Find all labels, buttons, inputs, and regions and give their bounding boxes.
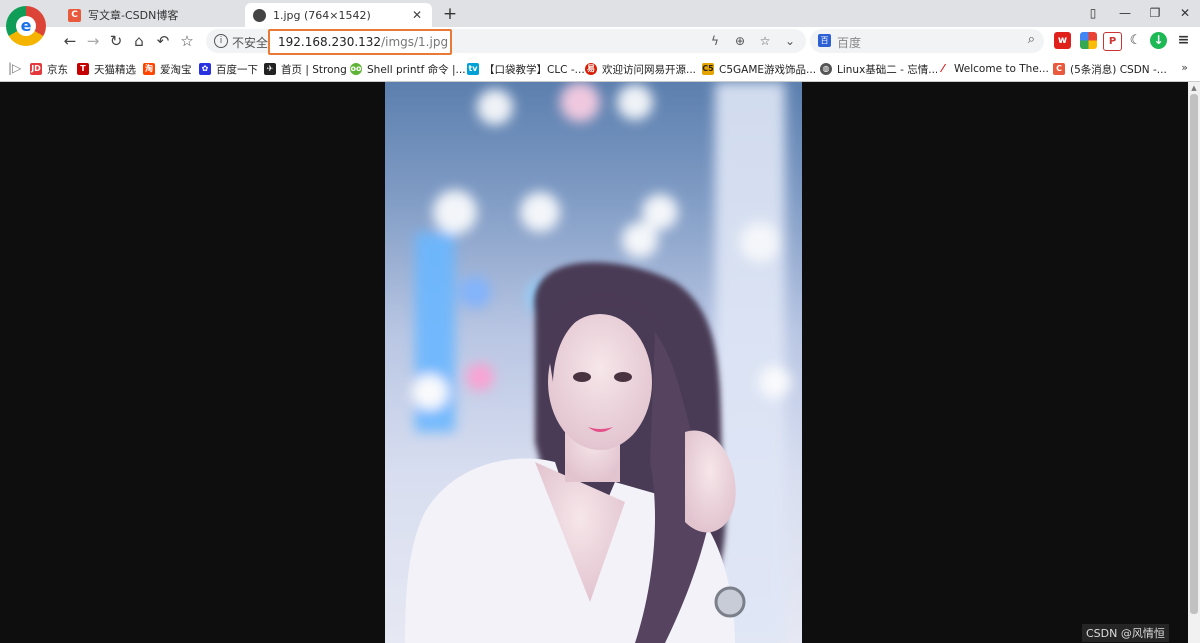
search-box[interactable]: 百 百度 ⌕ <box>810 29 1044 53</box>
tab-close-icon[interactable]: ✕ <box>410 8 424 22</box>
tab-title: 1.jpg (764×1542) <box>273 8 371 22</box>
feather-icon: ⁄ <box>937 63 949 75</box>
compact-mode-button[interactable]: ▯ <box>1078 3 1108 23</box>
lightning-icon[interactable]: ϟ <box>706 32 724 50</box>
bookmarks-toggle-icon[interactable]: |▷ <box>8 61 21 75</box>
baidu-icon: ✿ <box>199 63 211 75</box>
tmall-icon: T <box>77 63 89 75</box>
globe-icon: ◍ <box>820 63 832 75</box>
weibo-extension-icon[interactable]: w <box>1054 32 1071 49</box>
globe-icon <box>253 8 266 22</box>
csdn-icon: C <box>68 8 81 22</box>
bookmarks-overflow-button[interactable]: » <box>1181 61 1188 74</box>
minimize-button[interactable]: — <box>1110 3 1140 23</box>
page-scrollbar[interactable]: ▲ <box>1188 82 1200 643</box>
tab-csdn[interactable]: C 写文章-CSDN博客 <box>60 3 240 27</box>
runoob-icon: oo <box>350 63 362 75</box>
bookmark-label: C5GAME游戏饰品... <box>719 63 817 76</box>
scroll-thumb[interactable] <box>1190 94 1198 614</box>
bookmark-aitaobao[interactable]: 淘爱淘宝 <box>143 61 192 77</box>
maximize-button[interactable]: ❐ <box>1140 3 1170 23</box>
address-bar[interactable]: i 不安全 192.168.230.132/imgs/1.jpg ϟ ⊕ ☆ ⌄ <box>206 29 806 55</box>
watermark: CSDN @风情恒 <box>1082 624 1169 642</box>
url-path: /imgs/1.jpg <box>381 35 449 49</box>
apps-extension-icon[interactable] <box>1080 32 1097 49</box>
bookmark-linux[interactable]: ◍ Linux基础二 - 忘情... <box>820 61 938 77</box>
bookmark-netease[interactable]: 易欢迎访问网易开源... <box>585 61 696 77</box>
tab-image[interactable]: 1.jpg (764×1542) ✕ <box>245 3 432 27</box>
bookmark-clc[interactable]: tv 【口袋教学】CLC -... <box>467 61 585 77</box>
image-viewport <box>0 82 1188 643</box>
bookmark-tmall[interactable]: T 天猫精选 <box>77 61 136 77</box>
bird-icon: ✈ <box>264 63 276 75</box>
security-label[interactable]: 不安全 <box>232 34 268 51</box>
csdn-icon: C <box>1053 63 1065 75</box>
bookmark-label: 天猫精选 <box>94 63 136 76</box>
undo-close-button[interactable]: ↶ <box>153 31 173 51</box>
url-text[interactable]: 192.168.230.132/imgs/1.jpg <box>278 35 448 49</box>
bookmark-star-button[interactable]: ☆ <box>177 31 197 51</box>
tab-strip: C 写文章-CSDN博客 1.jpg (764×1542) ✕ + ▯ — ❐ … <box>0 0 1200 27</box>
moon-icon[interactable]: ☾ <box>1127 32 1144 49</box>
bookmark-label: Welcome to The... <box>954 63 1049 75</box>
bookmark-csdn[interactable]: C (5条消息) CSDN -... <box>1053 61 1167 77</box>
back-button[interactable]: ← <box>60 31 80 51</box>
bookmark-label: 京东 <box>47 63 68 76</box>
favorite-star-icon[interactable]: ☆ <box>756 32 774 50</box>
new-tab-button[interactable]: + <box>440 3 460 25</box>
toolbar: ← → ↻ ⌂ ↶ ☆ i 不安全 192.168.230.132/imgs/1… <box>0 27 1200 56</box>
zoom-icon[interactable]: ⊕ <box>731 32 749 50</box>
netease-icon: 易 <box>585 63 597 75</box>
url-highlight-box[interactable]: 192.168.230.132/imgs/1.jpg <box>268 29 452 55</box>
download-icon[interactable]: ↓ <box>1150 32 1167 49</box>
search-input[interactable]: 百度 <box>837 34 861 51</box>
photo-image[interactable] <box>385 82 802 643</box>
bookmark-baidu[interactable]: ✿ 百度一下 <box>199 61 258 77</box>
chevron-down-icon[interactable]: ⌄ <box>781 32 799 50</box>
tab-title: 写文章-CSDN博客 <box>88 9 179 22</box>
bookmark-label: (5条消息) CSDN -... <box>1070 63 1167 76</box>
bookmark-label: 百度一下 <box>216 63 258 76</box>
bookmark-label: 【口袋教学】CLC -... <box>484 63 585 76</box>
jd-icon: JD <box>30 63 42 75</box>
bookmark-apache[interactable]: ⁄ Welcome to The... <box>937 61 1049 77</box>
url-host: 192.168.230.132 <box>278 35 382 49</box>
browser-logo-icon[interactable]: e <box>6 6 46 46</box>
bookmark-c5game[interactable]: C5 C5GAME游戏饰品... <box>702 61 816 77</box>
home-button[interactable]: ⌂ <box>129 31 149 51</box>
menu-icon[interactable]: ≡ <box>1175 32 1192 49</box>
bookmark-label: Shell printf 命令 |... <box>367 63 466 76</box>
bookmark-shell-printf[interactable]: oo Shell printf 命令 |... <box>350 61 466 77</box>
bookmark-label: 爱淘宝 <box>160 63 192 76</box>
bookmark-label: 欢迎访问网易开源... <box>602 63 697 76</box>
c5game-icon: C5 <box>702 63 714 75</box>
photo-illustration <box>405 82 791 643</box>
scroll-up-arrow-icon[interactable]: ▲ <box>1188 82 1200 94</box>
search-icon[interactable]: ⌕ <box>1028 32 1035 47</box>
bookmarks-bar: |▷ JD 京东 T 天猫精选 淘爱淘宝 ✿ 百度一下 ✈ 首页 | Strong oo… <box>0 56 1200 82</box>
bilibili-icon: tv <box>467 63 479 75</box>
bookmark-jd[interactable]: JD 京东 <box>30 61 68 77</box>
bookmark-label: Linux基础二 - 忘情... <box>837 63 939 76</box>
close-window-button[interactable]: ✕ <box>1170 3 1200 23</box>
taobao-icon: 淘 <box>143 63 155 75</box>
bookmark-label: 首页 | Strong <box>281 63 347 76</box>
reload-button[interactable]: ↻ <box>106 31 126 51</box>
pdf-extension-icon[interactable]: P <box>1103 32 1122 51</box>
baidu-paw-icon[interactable]: 百 <box>818 34 831 47</box>
forward-button[interactable]: → <box>83 31 103 51</box>
bookmark-strong[interactable]: ✈ 首页 | Strong <box>264 61 347 77</box>
info-icon[interactable]: i <box>214 34 228 48</box>
